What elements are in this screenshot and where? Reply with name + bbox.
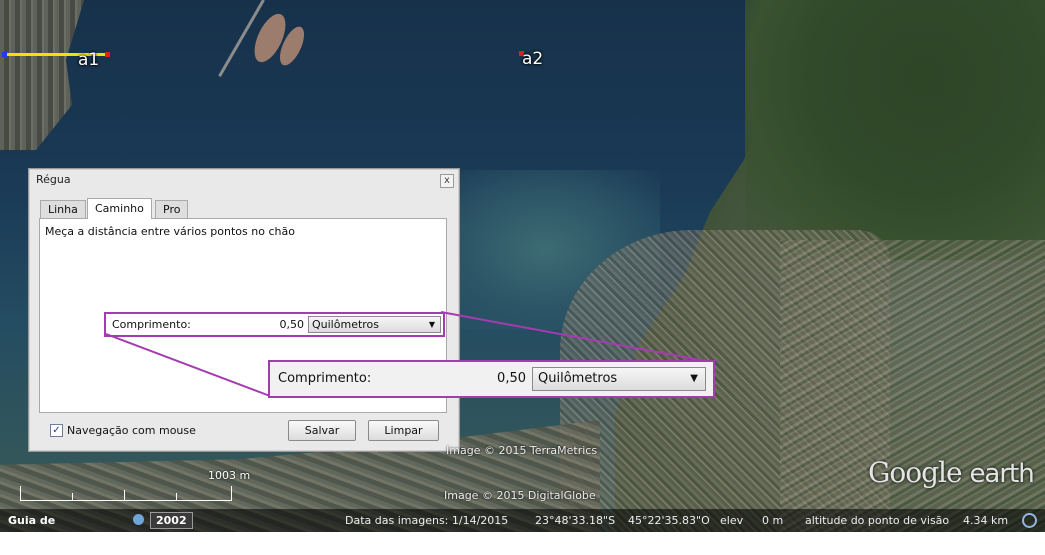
clear-button[interactable]: Limpar [368, 420, 439, 441]
tab-pro[interactable]: Pro [155, 200, 189, 218]
imagery-date: Data das imagens: 1/14/2015 [345, 514, 509, 527]
point-label-a1: a1 [78, 50, 100, 70]
ruler-dialog: Régua x Linha Caminho Pro Meça a distânc… [28, 168, 460, 452]
point-label-a2: a2 [522, 49, 544, 69]
attribution-digitalglobe: Image © 2015 DigitalGlobe [444, 489, 596, 502]
zoom-unit-select-value: Quilômetros [538, 371, 618, 386]
scale-bar [20, 486, 232, 501]
measure-description: Meça a distância entre vários pontos no … [45, 225, 295, 238]
ruler-point-a1[interactable] [105, 52, 110, 57]
latitude-readout: 23°48'33.18"S [535, 514, 616, 527]
zoom-length-label: Comprimento: [278, 371, 372, 386]
streaming-globe-icon [1022, 513, 1037, 528]
zoom-length-value: 0,50 [497, 371, 526, 386]
elevation-label: elev [720, 514, 744, 527]
dialog-title: Régua [36, 173, 71, 186]
imagery-year-box[interactable]: 2002 [150, 512, 193, 529]
chevron-down-icon: ▼ [690, 373, 698, 384]
mouse-nav-label: Navegação com mouse [67, 424, 196, 437]
longitude-readout: 45°22'35.83"O [628, 514, 710, 527]
forest-area [745, 0, 1045, 260]
attribution-terrametrics: Image © 2015 TerraMetrics [446, 444, 598, 457]
scale-label: 1003 m [208, 469, 251, 482]
zoom-unit-select: Quilômetros ▼ [532, 367, 706, 391]
status-bar: ⌃ Guia de turismo 2002 Data das imagens:… [0, 509, 1045, 550]
close-icon[interactable]: x [440, 174, 454, 188]
length-zoom-box: Comprimento: 0,50 Quilômetros ▼ [268, 360, 715, 398]
scale-tick [231, 486, 232, 500]
coastline-west [0, 0, 84, 150]
scale-tick [72, 493, 73, 500]
scale-tick [176, 493, 177, 500]
tab-caminho[interactable]: Caminho [87, 198, 152, 219]
eye-altitude-label: altitude do ponto de visão [805, 514, 950, 527]
save-button[interactable]: Salvar [288, 420, 356, 441]
mouse-nav-checkbox[interactable]: ✓ [50, 424, 63, 437]
length-highlight-box [104, 312, 445, 337]
scale-tick [124, 490, 125, 500]
tab-linha[interactable]: Linha [40, 200, 86, 218]
historical-imagery-icon[interactable] [133, 514, 144, 525]
ruler-start-point[interactable] [2, 52, 7, 57]
eye-altitude-value: 4.34 km [963, 514, 1009, 527]
elevation-value: 0 m [762, 514, 784, 527]
scale-tick [20, 486, 21, 500]
google-earth-logo: Google earth [868, 456, 1035, 489]
